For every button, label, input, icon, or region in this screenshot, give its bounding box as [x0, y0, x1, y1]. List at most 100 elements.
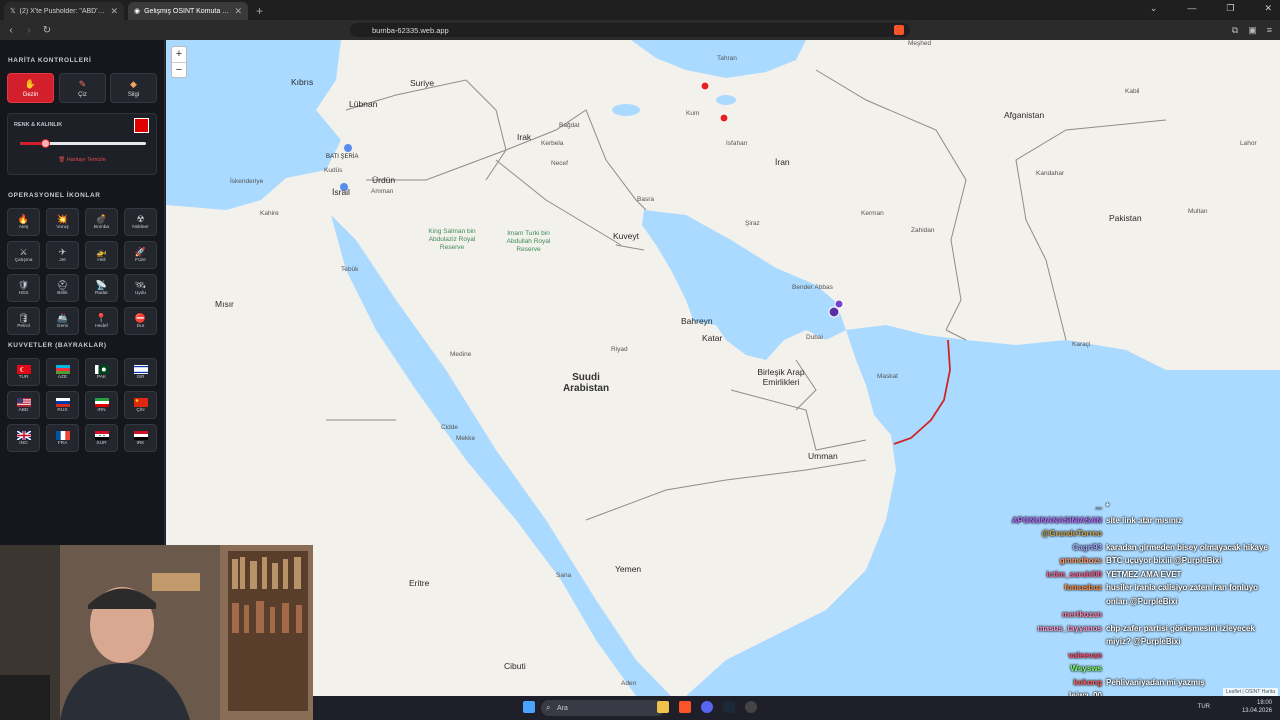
- flag-button[interactable]: SUR: [85, 424, 118, 452]
- ops-icon-button[interactable]: ✈ Jet: [46, 241, 79, 269]
- windows-start-icon[interactable]: [523, 701, 535, 713]
- flag-china-icon: [133, 397, 148, 407]
- taskbar-search[interactable]: ⌕ Ara: [541, 700, 665, 716]
- thickness-slider[interactable]: [20, 139, 146, 148]
- close-window-icon[interactable]: ✕: [1264, 3, 1272, 14]
- flag-usa-icon: [16, 397, 31, 407]
- ops-icon-label: HSS: [18, 291, 29, 296]
- chat-username[interactable]: fomusbuz: [990, 581, 1106, 608]
- ops-icon-button[interactable]: 🔥 Ateş: [7, 208, 40, 236]
- ops-icon-button[interactable]: 🚀 Füze: [124, 241, 157, 269]
- chat-text: Pehlivaniyadan mi yazmış: [1106, 677, 1205, 687]
- tab-osint[interactable]: ◉ Gelişmiş OSINT Komuta Merkezi ✕: [128, 2, 248, 20]
- extensions-icon[interactable]: ⧉: [1232, 25, 1238, 36]
- language-indicator[interactable]: TUR: [1198, 704, 1210, 710]
- new-tab-button[interactable]: +: [256, 2, 263, 20]
- chat-username[interactable]: kokong: [990, 676, 1106, 690]
- ops-icon-button[interactable]: 💥 Vuruş: [46, 208, 79, 236]
- mode-button-navigate[interactable]: ✋ Gezin: [7, 73, 54, 103]
- mode-button-eraser[interactable]: ◆ Silgi: [110, 73, 157, 103]
- zoom-out-button[interactable]: −: [172, 62, 186, 77]
- country-label: Kuveyt: [613, 231, 639, 241]
- flag-grid: TUR AZE PAK ISR ABD RUS IRN ÇİN ING FRA SUR IRK: [7, 358, 157, 452]
- ops-icon-button[interactable]: 📍 Hedef: [85, 307, 118, 335]
- ops-icon-button[interactable]: 🛢 Petrol: [7, 307, 40, 335]
- chat-username[interactable]: gmmdbozs: [990, 554, 1106, 568]
- ops-icon-button[interactable]: ⛔ Dur: [124, 307, 157, 335]
- city-label: Medine: [450, 351, 472, 358]
- minimize-icon[interactable]: —: [1187, 3, 1196, 14]
- flag-button[interactable]: ING: [7, 424, 40, 452]
- maximize-icon[interactable]: ❐: [1226, 3, 1234, 14]
- url-field[interactable]: bumba-62335.web.app: [350, 23, 910, 37]
- flag-button[interactable]: ABD: [7, 391, 40, 419]
- ops-icon-label: Jet: [59, 258, 66, 263]
- country-label: Eritre: [409, 578, 430, 588]
- file-explorer-icon[interactable]: [657, 701, 669, 713]
- chat-username[interactable]: ...: [990, 500, 1106, 514]
- brave-browser-icon[interactable]: [679, 701, 691, 713]
- city-label: Sana: [556, 572, 572, 579]
- chat-username[interactable]: @GrandeTorreo: [990, 527, 1106, 541]
- flag-button[interactable]: AZE: [46, 358, 79, 386]
- brave-shield-icon[interactable]: [894, 25, 904, 35]
- jet-icon: ✈: [58, 247, 67, 257]
- flag-button[interactable]: ISR: [124, 358, 157, 386]
- oil-barrel-icon: 🛢: [17, 313, 30, 323]
- ops-icon-button[interactable]: 🚁 Heli: [85, 241, 118, 269]
- chat-text: [1106, 608, 1280, 622]
- ops-icon-label: Vuruş: [56, 225, 69, 230]
- tab-bar: 𝕏 (2) X'te Pusholder: "ABD'nin, İran lim…: [0, 0, 1280, 20]
- steam-icon[interactable]: [723, 701, 735, 713]
- ops-icon-button[interactable]: 🛰 Uydu: [124, 274, 157, 302]
- mode-button-draw[interactable]: ✎ Çiz: [59, 73, 106, 103]
- country-label: Irak: [517, 132, 532, 142]
- reload-icon[interactable]: ↻: [40, 25, 54, 36]
- ops-icon-button[interactable]: 🚢 Gemi: [46, 307, 79, 335]
- chat-username[interactable]: Wsysws: [990, 662, 1106, 676]
- crossed-swords-icon: ⚔: [19, 247, 28, 257]
- city-label: Kerbela: [541, 140, 564, 147]
- ops-icon-button[interactable]: ⛑ Birlik: [46, 274, 79, 302]
- flag-button[interactable]: RUS: [46, 391, 79, 419]
- city-label: İskenderiye: [230, 178, 264, 185]
- close-tab-icon[interactable]: ✕: [110, 6, 118, 17]
- ops-icon-button[interactable]: 💣 Bomba: [85, 208, 118, 236]
- clock[interactable]: 18:00 13.04.2026: [1242, 699, 1272, 715]
- ops-icon-button[interactable]: 📡 Radar: [85, 274, 118, 302]
- flag-button[interactable]: TUR: [7, 358, 40, 386]
- city-label: Amman: [371, 188, 394, 195]
- zoom-in-button[interactable]: +: [172, 47, 186, 62]
- ops-icon-button[interactable]: ☢ Nükleer: [124, 208, 157, 236]
- back-icon[interactable]: ‹: [4, 25, 18, 36]
- clear-map-label: Haritayı Temizle: [66, 157, 106, 163]
- country-label: Suudi Arabistan: [562, 372, 610, 394]
- chat-username[interactable]: masus_tayyanos: [990, 622, 1106, 649]
- clear-map-button[interactable]: 🗑 Haritayı Temizle: [8, 157, 156, 163]
- chat-message: mertkozan: [990, 608, 1280, 622]
- flag-button[interactable]: PAK: [85, 358, 118, 386]
- chat-username[interactable]: ictim_sarahl00: [990, 568, 1106, 582]
- menu-icon[interactable]: ≡: [1267, 25, 1272, 36]
- flag-button[interactable]: FRA: [46, 424, 79, 452]
- chat-username[interactable]: mertkozan: [990, 608, 1106, 622]
- chat-username[interactable]: APONUNANASINIASAN: [990, 514, 1106, 528]
- tab-twitter[interactable]: 𝕏 (2) X'te Pusholder: "ABD'nin, İran lim…: [4, 2, 124, 20]
- discord-icon[interactable]: [701, 701, 713, 713]
- chevron-down-icon[interactable]: ⌄: [1150, 3, 1158, 14]
- close-tab-icon[interactable]: ✕: [234, 6, 242, 17]
- color-picker[interactable]: [134, 118, 149, 133]
- ops-icon-button[interactable]: ⚔ Çatışma: [7, 241, 40, 269]
- ops-icon-button[interactable]: 🛡 HSS: [7, 274, 40, 302]
- forward-icon[interactable]: ›: [22, 25, 36, 36]
- flag-button[interactable]: IRN: [85, 391, 118, 419]
- map-marker-blue: [344, 144, 352, 152]
- obs-icon[interactable]: [745, 701, 757, 713]
- flag-button[interactable]: IRK: [124, 424, 157, 452]
- chat-username[interactable]: valeevan: [990, 649, 1106, 663]
- country-label: İsrail: [332, 187, 350, 197]
- flag-button[interactable]: ÇİN: [124, 391, 157, 419]
- chat-username[interactable]: Cagri93: [990, 541, 1106, 555]
- thickness-handle[interactable]: [41, 139, 51, 148]
- sidebar-icon[interactable]: ▣: [1248, 25, 1257, 36]
